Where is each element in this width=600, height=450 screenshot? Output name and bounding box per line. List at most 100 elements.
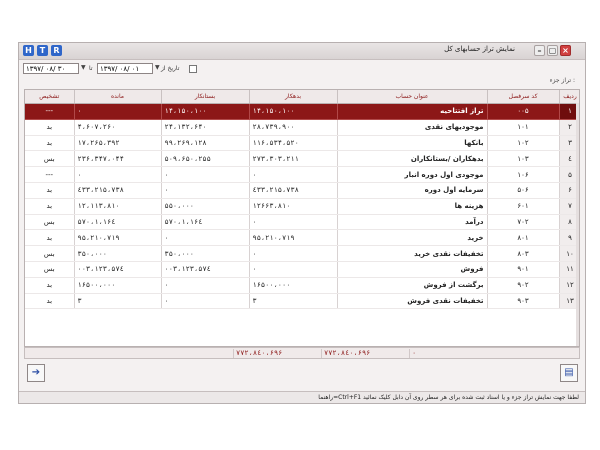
balance-cell: ۳ bbox=[74, 293, 162, 310]
header-debit[interactable]: بدهکار bbox=[249, 90, 338, 104]
table-row[interactable]: ۵ ۱۰۶ موجودی اول دوره انبار ۰ ۰ ۰ --- bbox=[25, 166, 579, 183]
table-row[interactable]: ۶ ۵۰۶ سرمایه اول دوره ۲۱۵،۷۳۸،٤۳۳ ۰ ۲۱۵،۷۳۸،٤… bbox=[25, 182, 579, 199]
debit-cell: ۱۶۵۰۰،۰۰۰ bbox=[249, 277, 338, 294]
table-row[interactable]: ۳ ۱۰۲ بانکها ۱۱۶،۵۳۴،۵۲۰ ۹۹،۲۶۹،۱۲۸ ۱۷،۲۶۵،۳۹… bbox=[25, 135, 579, 152]
debit-cell: ۲۷۳،۳۰۳،۲۱۱ bbox=[249, 150, 338, 168]
header-account-title[interactable]: عنوان حساب bbox=[337, 90, 488, 104]
date-filter-checkbox[interactable] bbox=[189, 65, 197, 73]
balance-cell: ۲۱۵،۷۳۸،٤۳۳ bbox=[74, 182, 162, 199]
credit-cell: ۵۰۹،۶۵۰،۲۵۵ bbox=[161, 150, 250, 168]
debit-cell: ۰ bbox=[249, 245, 338, 262]
code-cell: ۸۰۳ bbox=[487, 245, 560, 262]
account-title-cell: درآمد bbox=[337, 214, 488, 231]
date-filter-bar: ۱۳۹۷/ ۰۸/ ۳۰ ▼ تا ۱۳۹۷/ ۰۸/ ۰۱ ▼ تاریخ ا… bbox=[19, 61, 585, 77]
diagnosis-cell: بس bbox=[25, 214, 75, 231]
balance-cell: ۳۵۰،۰۰۰ bbox=[74, 245, 162, 262]
h-button[interactable]: H bbox=[23, 45, 34, 56]
balance-cell: ۱۲۳،۵۷٤،۰۰۳ bbox=[74, 261, 162, 278]
t-button[interactable]: T bbox=[37, 45, 48, 56]
date-from-label: تاریخ از bbox=[161, 65, 180, 72]
title-bar: H T R نمایش تراز حسابهای کل – ▢ × bbox=[19, 43, 585, 60]
diagnosis-cell: بس bbox=[25, 261, 75, 278]
credit-cell: ۰ bbox=[161, 277, 250, 294]
account-title-cell: برگشت از فروش bbox=[337, 277, 488, 294]
window-title: نمایش تراز حسابهای کل bbox=[444, 45, 515, 53]
diagnosis-cell: بد bbox=[25, 119, 75, 136]
header-credit[interactable]: بستانکار bbox=[161, 90, 250, 104]
table-row[interactable]: ۱ ۰۰۵ تراز افتتاحیه ۱۴،۱۵۰،۱۰۰ ۱۴،۱۵۰،۱۰۰ ۰ --… bbox=[25, 103, 579, 120]
code-cell: ۷۰۲ bbox=[487, 214, 560, 231]
trial-balance-window: H T R نمایش تراز حسابهای کل – ▢ × ۱۳۹۷/ … bbox=[18, 42, 586, 404]
credit-cell: ۵۵۰،۰۰۰ bbox=[161, 198, 250, 215]
diagnosis-cell: بد bbox=[25, 198, 75, 215]
chevron-down-icon[interactable]: ▼ bbox=[81, 64, 86, 71]
table-row[interactable]: ۲ ۱۰۱ موجودیهای نقدی ۲۸،۷۳۹،۹۰۰ ۲۴،۱۳۲،۶۴۰ ۴،… bbox=[25, 119, 579, 136]
balance-cell: ۱،۱۶٤،۵۷۰ bbox=[74, 214, 162, 231]
debit-cell: ۱۱۶،۵۳۴،۵۲۰ bbox=[249, 135, 338, 152]
diagnosis-cell: --- bbox=[25, 166, 75, 183]
credit-cell: ۳۵۰،۰۰۰ bbox=[161, 245, 250, 262]
account-title-cell: فروش bbox=[337, 261, 488, 278]
restore-icon[interactable]: ▢ bbox=[547, 45, 558, 56]
diagnosis-cell: بد bbox=[25, 277, 75, 294]
table-row[interactable]: ۸ ۷۰۲ درآمد ۰ ۱،۱۶٤،۵۷۰ ۱،۱۶٤،۵۷۰ بس bbox=[25, 214, 579, 231]
diagnosis-cell: بد bbox=[25, 293, 75, 310]
date-to-label: تا bbox=[89, 65, 93, 72]
exit-icon[interactable]: ➔ bbox=[27, 364, 45, 382]
r-button[interactable]: R bbox=[51, 45, 62, 56]
header-code[interactable]: کد سرفصل bbox=[487, 90, 560, 104]
table-header-row: ردیف کد سرفصل عنوان حساب بدهکار بستانکار… bbox=[25, 90, 579, 104]
totals-row: ۷۷۲،۸٤۰،۶۹۶ ۷۷۲،۸٤۰،۶۹۶ ۰ bbox=[24, 347, 580, 359]
table-row[interactable]: ۹ ۸۰۱ خرید ۹۵،۲۱۰،۷۱۹ ۰ ۹۵،۲۱۰،۷۱۹ بد bbox=[25, 229, 579, 247]
diagnosis-cell: بد bbox=[25, 135, 75, 152]
date-from-input[interactable]: ۱۳۹۷/ ۰۸/ ۰۱ bbox=[97, 63, 153, 74]
code-cell: ۵۰۶ bbox=[487, 182, 560, 199]
table-row[interactable]: ۱۰ ۸۰۳ تخفیفات نقدی خرید ۰ ۳۵۰،۰۰۰ ۳۵۰،۰۰۰ بس bbox=[25, 245, 579, 262]
total-balance: ۰ bbox=[409, 349, 495, 358]
balance-cell: ۰ bbox=[74, 103, 162, 120]
balance-cell: ۰ bbox=[74, 166, 162, 183]
account-title-cell: موجودی اول دوره انبار bbox=[337, 166, 488, 183]
code-cell: ۱۰۱ bbox=[487, 119, 560, 136]
balance-cell: ۹۵،۲۱۰،۷۱۹ bbox=[74, 229, 162, 247]
table-row[interactable]: ۱۲ ۹۰۲ برگشت از فروش ۱۶۵۰۰،۰۰۰ ۰ ۱۶۵۰۰،۰۰۰ بد bbox=[25, 277, 579, 294]
total-credit: ۷۷۲،۸٤۰،۶۹۶ bbox=[321, 349, 408, 358]
vertical-scrollbar[interactable] bbox=[576, 103, 579, 346]
status-bar: راهنما=Ctrl+F1 لطفا جهت نمایش تراز جزء و… bbox=[19, 391, 585, 403]
header-diagnosis[interactable]: تشخیص bbox=[25, 90, 75, 104]
report-chart-icon[interactable]: ▤ bbox=[560, 364, 578, 382]
account-title-cell: بدهکاران /بستانکاران bbox=[337, 150, 488, 168]
code-cell: ۶۰۱ bbox=[487, 198, 560, 215]
balance-cell: ۱۲،۱۱۳،۸۱۰ bbox=[74, 198, 162, 215]
table-row[interactable]: ۱۱ ۹۰۱ فروش ۰ ۱۲۳،۵۷٤،۰۰۳ ۱۲۳،۵۷٤،۰۰۳ بس bbox=[25, 261, 579, 278]
account-title-cell: موجودیهای نقدی bbox=[337, 119, 488, 136]
credit-cell: ۱۲۳،۵۷٤،۰۰۳ bbox=[161, 261, 250, 278]
account-title-cell: هزینه ها bbox=[337, 198, 488, 215]
total-debit: ۷۷۲،۸٤۰،۶۹۶ bbox=[233, 349, 320, 358]
table-body: ۱ ۰۰۵ تراز افتتاحیه ۱۴،۱۵۰،۱۰۰ ۱۴،۱۵۰،۱۰۰ ۰ --… bbox=[25, 103, 579, 310]
credit-cell: ۰ bbox=[161, 182, 250, 199]
chevron-down-icon[interactable]: ▼ bbox=[155, 64, 160, 71]
diagnosis-cell: --- bbox=[25, 103, 75, 120]
code-cell: ۸۰۱ bbox=[487, 229, 560, 247]
header-row-number[interactable]: ردیف bbox=[559, 90, 579, 104]
account-title-cell: تراز افتتاحیه bbox=[337, 103, 488, 120]
table-row[interactable]: ۷ ۶۰۱ هزینه ها ۱۲۶۶۳،۸۱۰ ۵۵۰،۰۰۰ ۱۲،۱۱۳،۸۱۰ بد bbox=[25, 198, 579, 215]
account-title-cell: تخفیفات نقدی فروش bbox=[337, 293, 488, 310]
debit-cell: ۱۴،۱۵۰،۱۰۰ bbox=[249, 103, 338, 120]
diagnosis-cell: بد bbox=[25, 182, 75, 199]
date-to-input[interactable]: ۱۳۹۷/ ۰۸/ ۳۰ bbox=[23, 63, 79, 74]
balance-cell: ۱۶۵۰۰،۰۰۰ bbox=[74, 277, 162, 294]
close-icon[interactable]: × bbox=[560, 45, 571, 56]
table-row[interactable]: ٤ ۱۰۳ بدهکاران /بستانکاران ۲۷۳،۳۰۳،۲۱۱ ۵۰۹،۶… bbox=[25, 150, 579, 168]
minimize-icon[interactable]: – bbox=[534, 45, 545, 56]
header-balance[interactable]: مانده bbox=[74, 90, 162, 104]
credit-cell: ۰ bbox=[161, 229, 250, 247]
code-cell: ۱۰۳ bbox=[487, 150, 560, 168]
debit-cell: ۰ bbox=[249, 166, 338, 183]
code-cell: ۹۰۳ bbox=[487, 293, 560, 310]
section-label: تراز جزء : bbox=[549, 77, 575, 84]
debit-cell: ۹۵،۲۱۰،۷۱۹ bbox=[249, 229, 338, 247]
table-row[interactable]: ۱۳ ۹۰۳ تخفیفات نقدی فروش ۳ ۰ ۳ بد bbox=[25, 293, 579, 310]
credit-cell: ۲۴،۱۳۲،۶۴۰ bbox=[161, 119, 250, 136]
